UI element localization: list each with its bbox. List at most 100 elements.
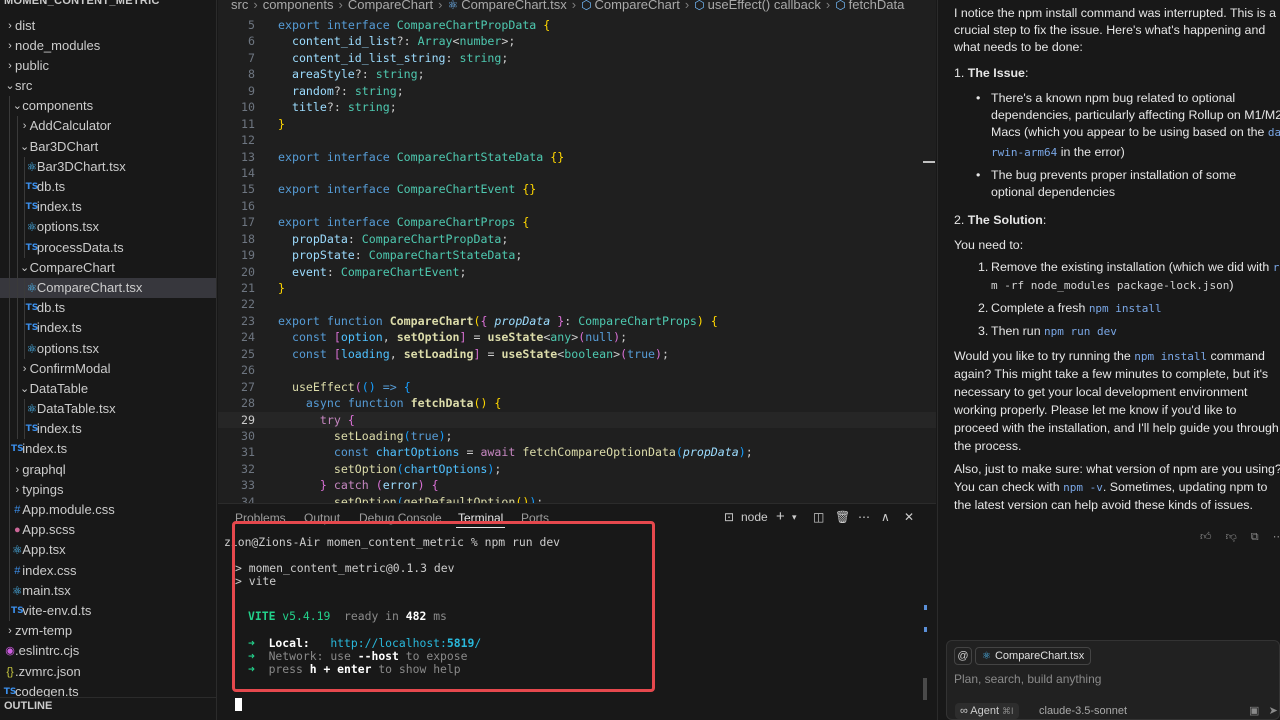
model-selector[interactable]: claude-3.5-sonnet (1039, 703, 1127, 719)
code-line[interactable]: 17 export interface CompareChartProps { (218, 214, 936, 230)
tree-file-eslintrc-cjs[interactable]: ◉ .eslintrc.cjs (0, 641, 216, 661)
maximize-panel-icon[interactable]: ∧ (881, 510, 890, 524)
tree-folder-graphql[interactable]: › graphql (0, 459, 216, 480)
chat-input[interactable] (954, 670, 1274, 688)
tree-file-app-tsx[interactable]: ⚛ App.tsx (0, 540, 216, 561)
code-line[interactable]: 20 event: CompareChartEvent; (218, 264, 936, 280)
tree-file-index-css[interactable]: # index.css (0, 560, 216, 581)
code-line[interactable]: 11} (218, 116, 936, 132)
code-line[interactable]: 32 setOption(chartOptions); (218, 461, 936, 477)
tree-file-main-tsx[interactable]: ⚛ main.tsx (0, 580, 216, 601)
indent-guide (16, 298, 18, 319)
code-line[interactable]: 10 title?: string; (218, 99, 936, 115)
tree-folder-bar3dchart[interactable]: ⌄ Bar3DChart (0, 136, 216, 157)
code-line[interactable]: 14 (218, 165, 936, 181)
breadcrumb-item[interactable]: src (231, 0, 248, 12)
code-line[interactable]: 24 const [option, setOption] = useState<… (218, 329, 936, 345)
code-line[interactable]: 15 export interface CompareChartEvent {} (218, 181, 936, 197)
code-line[interactable]: 9 random?: string; (218, 83, 936, 99)
tree-folder-zvm-temp[interactable]: › zvm-temp (0, 621, 216, 641)
breadcrumb-item[interactable]: useEffect() callback (708, 0, 821, 12)
tree-folder-public[interactable]: › public (0, 56, 216, 76)
code-line[interactable]: 8 areaStyle?: string; (218, 66, 936, 82)
code-lines[interactable]: 5 export interface CompareChartPropData {… (218, 17, 936, 503)
trash-icon[interactable]: 🗑︎ (835, 510, 850, 524)
minimap-indicator[interactable] (923, 161, 935, 163)
split-terminal-icon[interactable]: ◫ (813, 510, 824, 524)
tree-folder-typings[interactable]: › typings (0, 479, 216, 500)
breadcrumb-item[interactable]: CompareChart.tsx (461, 0, 566, 12)
terminal-scrollbar[interactable] (923, 678, 927, 700)
tree-file-index-ts-3[interactable]: TS index.ts (0, 419, 216, 440)
tree-file-app-module-css[interactable]: # App.module.css (0, 500, 216, 521)
code-editor[interactable]: src › components › CompareChart › ⚛ CompareChar… (218, 0, 936, 503)
terminal-name[interactable]: node (741, 510, 768, 524)
code-line[interactable]: 33 } catch (error) { (218, 477, 936, 493)
code-line[interactable]: 31 const chartOptions = await fetchCompa… (218, 444, 936, 460)
code-line[interactable]: 22 (218, 296, 936, 312)
code-line[interactable]: 7 content_id_list_string: string; (218, 50, 936, 66)
code-line[interactable]: 13 export interface CompareChartStateData… (218, 149, 936, 165)
tree-file-zvmrc-json[interactable]: {} .zvmrc.json (0, 662, 216, 682)
copy-icon[interactable]: ⧉ (1251, 531, 1259, 543)
code-line[interactable]: 16 (218, 198, 936, 214)
tree-folder-dist[interactable]: › dist (0, 16, 216, 36)
tree-file-processdata-ts[interactable]: TS processData.ts (0, 237, 216, 258)
explorer-header[interactable]: MOMEN_CONTENT_METRIC (0, 0, 216, 11)
tree-file-vite-env-d-ts[interactable]: TS vite-env.d.ts (0, 600, 216, 622)
tree-folder-node-modules[interactable]: › node_modules (0, 36, 216, 56)
outline-section-header[interactable]: OUTLINE (0, 697, 216, 720)
tree-file-index-ts-2[interactable]: TS index.ts (0, 318, 216, 339)
tree-file-components-index-ts[interactable]: TS index.ts (0, 439, 216, 460)
code-line[interactable]: 6 content_id_list?: Array<number>; (218, 33, 936, 49)
thumbs-down-icon[interactable]: 👎︎ (1226, 531, 1237, 543)
code-line[interactable]: 5 export interface CompareChartPropData { (218, 17, 936, 33)
breadcrumb-item[interactable]: components (263, 0, 334, 12)
code-line[interactable]: 18 propData: CompareChartPropData; (218, 231, 936, 247)
close-icon[interactable]: ✕ (904, 510, 914, 524)
tree-file-index-ts[interactable]: TS index.ts (0, 197, 216, 218)
step-text: Complete a fresh npm install (991, 301, 1162, 315)
tree-folder-src[interactable]: ⌄ src (0, 76, 216, 96)
tree-file-app-scss[interactable]: ● App.scss (0, 520, 216, 541)
code-line[interactable]: 19 propState: CompareChartStateData; (218, 247, 936, 263)
thumbs-up-icon[interactable]: 👍︎ (1200, 531, 1212, 543)
code-line[interactable]: 34 setOption(getDefaultOption()); (218, 494, 936, 503)
add-terminal-icon[interactable]: + (776, 508, 785, 525)
tree-folder-comparechart[interactable]: ⌄ CompareChart (0, 257, 216, 278)
chevron-down-icon[interactable]: ▾ (792, 512, 797, 523)
agent-mode-selector[interactable]: ∞ Agent ⌘I (955, 703, 1019, 719)
context-file-pill[interactable]: ⚛ CompareChart.tsx (975, 647, 1092, 665)
send-icon[interactable]: ➤ (1269, 705, 1278, 717)
breadcrumb-item[interactable]: CompareChart (348, 0, 433, 12)
breadcrumb-item[interactable]: CompareChart (595, 0, 680, 12)
bullet-icon: • (976, 168, 981, 182)
code-line[interactable]: 25 const [loading, setLoading] = useStat… (218, 346, 936, 362)
image-icon[interactable]: ▣ (1249, 705, 1259, 717)
more-icon[interactable]: ⋯ (1273, 531, 1280, 543)
code-line[interactable]: 21} (218, 280, 936, 296)
breadcrumb-item[interactable]: fetchData (849, 0, 905, 12)
line-number: 13 (241, 149, 255, 164)
tree-file-options-tsx-2[interactable]: ⚛ options.tsx (0, 338, 216, 359)
tree-file-db-ts[interactable]: TS db.ts (0, 177, 216, 198)
code-text: const chartOptions = await fetchCompareO… (333, 445, 753, 460)
code-line[interactable]: 29 try { (218, 411, 936, 428)
code-line[interactable]: 12 (218, 132, 936, 148)
tree-file-comparechart-tsx[interactable]: ⚛ CompareChart.tsx (0, 277, 216, 299)
tree-folder-components[interactable]: ⌄ components (0, 96, 216, 117)
tree-folder-datatable[interactable]: ⌄ DataTable (0, 378, 216, 400)
code-line[interactable]: 28 async function fetchData() { (218, 395, 936, 411)
code-line[interactable]: 26 (218, 362, 936, 378)
tree-folder-confirmmodal[interactable]: › ConfirmModal (0, 358, 216, 379)
code-line[interactable]: 27 useEffect(() => { (218, 379, 936, 395)
tree-file-datatable-tsx[interactable]: ⚛ DataTable.tsx (0, 399, 216, 420)
tree-file-bar3dchart-tsx[interactable]: ⚛ Bar3DChart.tsx (0, 156, 216, 177)
tree-file-options-tsx[interactable]: ⚛ options.tsx (0, 217, 216, 238)
tree-file-db-ts-2[interactable]: TS db.ts (0, 298, 216, 319)
add-context-button[interactable]: @ (954, 647, 972, 665)
code-line[interactable]: 30 setLoading(true); (218, 428, 936, 444)
code-line[interactable]: 23 export function CompareChart({ propDat… (218, 313, 936, 329)
tree-folder-addcalculator[interactable]: › AddCalculator (0, 116, 216, 137)
more-icon[interactable]: ⋯ (858, 510, 870, 524)
